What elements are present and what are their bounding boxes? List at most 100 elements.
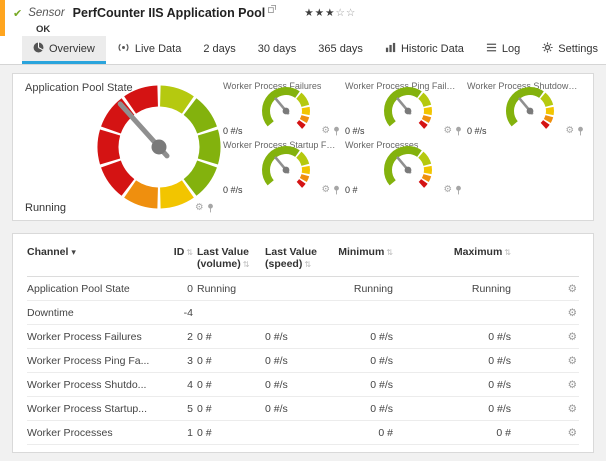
gauge-hub [283,108,290,115]
tab-historic-data[interactable]: Historic Data [374,36,475,64]
cell-channel: Worker Processes [27,427,155,439]
log-list-icon [486,42,497,56]
pie-chart-icon [33,42,44,56]
tab-overview[interactable]: Overview [22,36,106,64]
tab-label: Settings [558,43,598,55]
tab-2-days[interactable]: 2 days [192,36,246,64]
tab-label: Live Data [135,43,181,55]
tab-30-days[interactable]: 30 days [247,36,308,64]
cell-minimum: 0 #/s [331,379,393,391]
tab-label: Log [502,43,520,55]
column-header-minimum[interactable]: Minimum⇅ [331,246,393,258]
column-label: (speed) [265,258,302,270]
gauge-hub [527,108,534,115]
channel-settings-gear-icon[interactable]: ⚙ [195,203,204,213]
cell-last-value-volume: 0 # [197,331,261,343]
pin-icon[interactable] [207,203,214,213]
column-header-last-value-speed[interactable]: Last Value(speed)⇅ [265,246,327,270]
cell-id: 1 [159,427,193,439]
priority-stars-empty: ☆☆ [336,7,357,19]
cell-channel: Worker Process Startup... [27,403,155,415]
column-header-channel[interactable]: Channel▾ [27,246,155,258]
sort-icon[interactable]: ⇅ [386,248,393,257]
tab-log[interactable]: Log [475,36,531,64]
pin-icon[interactable] [455,126,462,136]
channel-settings-gear-icon[interactable]: ⚙ [568,403,579,415]
cell-last-value-volume: 0 # [197,427,261,439]
cell-maximum: 0 #/s [397,331,511,343]
sort-icon[interactable]: ⇅ [304,260,311,269]
channel-settings-gear-icon[interactable]: ⚙ [568,379,579,391]
sort-icon[interactable]: ⇅ [186,248,193,257]
application-pool-state-gauge [91,79,227,215]
sort-caret-icon[interactable]: ▾ [71,248,76,258]
gauge-card-value: 0 # [345,185,358,195]
sort-icon[interactable]: ⇅ [504,248,511,257]
gauge-hub [283,167,290,174]
gauge-hub [405,108,412,115]
gauge-card: Worker Process Startup Failu... 0 #/s ⚙ [223,140,341,196]
small-gauge [253,144,319,190]
column-header-last-value-volume[interactable]: Last Value(volume)⇅ [197,246,261,270]
cell-minimum: 0 #/s [331,355,393,367]
column-label: (volume) [197,258,241,270]
channel-settings-gear-icon[interactable]: ⚙ [568,283,579,295]
cell-maximum: 0 #/s [397,403,511,415]
cell-last-value-speed: 0 #/s [265,403,327,415]
status-color-stripe [0,0,5,36]
cell-id: 0 [159,283,193,295]
channel-settings-gear-icon[interactable]: ⚙ [321,126,330,136]
channel-settings-gear-icon[interactable]: ⚙ [443,126,452,136]
overview-content: Application Pool State Running ⚙ [0,65,606,461]
sensor-header-line: ✔ Sensor PerfCounter IIS Application Poo… [13,4,596,22]
table-row: Downtime -4 ⚙ [27,301,579,325]
gauge-card-value: 0 #/s [223,185,243,195]
pin-icon[interactable] [455,185,462,195]
channel-settings-gear-icon[interactable]: ⚙ [568,427,579,439]
cell-last-value-speed: 0 #/s [265,331,327,343]
column-header-id[interactable]: ID⇅ [159,246,193,258]
cell-channel: Worker Process Failures [27,331,155,343]
small-gauge [253,85,319,131]
channel-settings-gear-icon[interactable]: ⚙ [568,355,579,367]
small-gauge [497,85,563,131]
gauge-card-value: 0 #/s [467,126,487,136]
cell-minimum: 0 # [331,427,393,439]
sensor-status-badge: OK [36,24,596,35]
column-label: Channel [27,246,68,258]
column-label: Minimum [338,246,384,258]
cell-minimum: 0 #/s [331,331,393,343]
cell-last-value-volume: 0 # [197,355,261,367]
popout-icon[interactable] [268,0,276,18]
pin-icon[interactable] [333,185,340,195]
channel-settings-gear-icon[interactable]: ⚙ [568,307,579,319]
channel-settings-gear-icon[interactable]: ⚙ [321,185,330,195]
table-row: Worker Process Shutdo... 4 0 # 0 #/s 0 #… [27,373,579,397]
gauge-card: Worker Processes 0 # ⚙ [345,140,463,196]
column-header-maximum[interactable]: Maximum⇅ [397,246,511,258]
priority-stars[interactable]: ★★★☆☆ [304,7,356,19]
gauge-card-value: 0 #/s [223,126,243,136]
column-label: Maximum [454,246,502,258]
channel-settings-gear-icon[interactable]: ⚙ [568,331,579,343]
pin-icon[interactable] [577,126,584,136]
sort-icon[interactable]: ⇅ [243,260,250,269]
gauge-card-value: 0 #/s [345,126,365,136]
cell-id: 3 [159,355,193,367]
table-row: Worker Process Startup... 5 0 # 0 #/s 0 … [27,397,579,421]
cell-id: 4 [159,379,193,391]
tab-settings[interactable]: Settings [531,36,606,64]
gauge-card: Worker Process Ping Failures 0 #/s ⚙ [345,81,463,137]
channel-settings-gear-icon[interactable]: ⚙ [565,126,574,136]
cell-last-value-volume: 0 # [197,403,261,415]
pin-icon[interactable] [333,126,340,136]
priority-stars-filled: ★★★ [304,7,335,19]
channel-settings-gear-icon[interactable]: ⚙ [443,185,452,195]
tab-365-days[interactable]: 365 days [307,36,374,64]
tab-live-data[interactable]: Live Data [106,36,192,64]
entity-type-label: Sensor [28,7,64,19]
cell-id: 5 [159,403,193,415]
cell-channel: Application Pool State [27,283,155,295]
channels-panel: Channel▾ ID⇅ Last Value(volume)⇅ Last Va… [12,233,594,453]
sensor-header: ✔ Sensor PerfCounter IIS Application Poo… [0,0,606,36]
